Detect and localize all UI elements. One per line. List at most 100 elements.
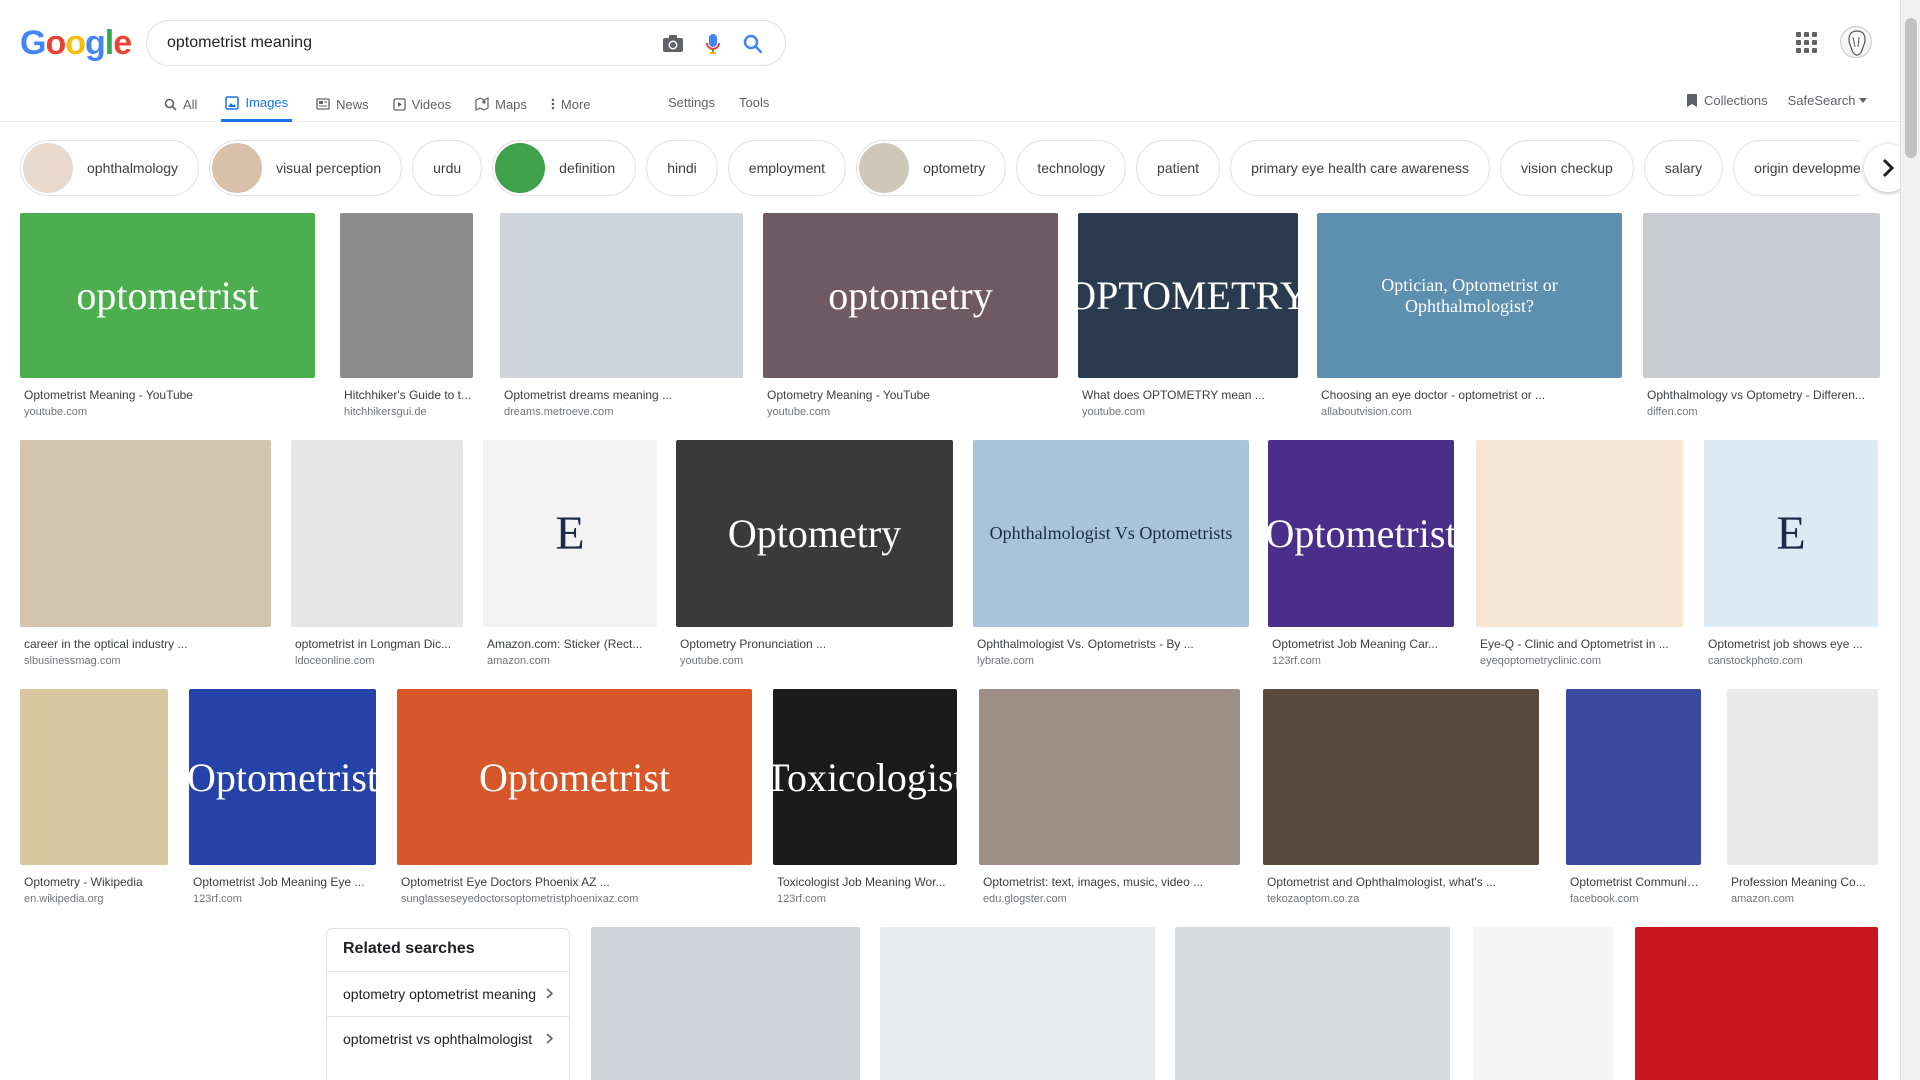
image-title[interactable]: Toxicologist Job Meaning Wor...: [777, 875, 955, 889]
tab-videos[interactable]: Videos: [392, 86, 451, 122]
image-title[interactable]: What does OPTOMETRY mean ...: [1082, 388, 1296, 402]
image-thumbnail[interactable]: Optometrist: [397, 689, 752, 865]
avatar[interactable]: [1840, 26, 1872, 58]
image-result[interactable]: [20, 927, 306, 1080]
image-result[interactable]: career in the optical industry ... slbusi…: [20, 440, 271, 667]
image-result[interactable]: optometrist in Longman Dic... ldoceonline…: [291, 440, 463, 667]
image-result[interactable]: Optometrist Communit... facebook.com: [1566, 689, 1701, 905]
image-thumbnail[interactable]: [340, 213, 473, 378]
chip-salary[interactable]: salary: [1643, 140, 1724, 196]
image-title[interactable]: Amazon.com: Sticker (Rect...: [487, 637, 655, 651]
image-thumbnail[interactable]: [1566, 689, 1701, 865]
search-icon[interactable]: [741, 32, 765, 56]
image-title[interactable]: Eye-Q - Clinic and Optometrist in ...: [1480, 637, 1681, 651]
image-title[interactable]: Optometrist job shows eye ...: [1708, 637, 1876, 651]
tools-link[interactable]: Tools: [739, 95, 769, 110]
image-thumbnail[interactable]: [1263, 689, 1539, 865]
image-thumbnail[interactable]: [1175, 927, 1450, 1080]
image-title[interactable]: Ophthalmology vs Optometry - Differen...: [1647, 388, 1878, 402]
image-thumbnail[interactable]: [1473, 927, 1613, 1080]
image-thumbnail[interactable]: Optometrist: [1268, 440, 1454, 627]
image-result[interactable]: Optometrist Optometrist Job Meaning Car..…: [1268, 440, 1454, 667]
image-result[interactable]: [1635, 927, 1878, 1080]
image-result[interactable]: Optometry - Wikipedia en.wikipedia.org: [20, 689, 168, 905]
image-thumbnail[interactable]: [500, 213, 743, 378]
image-result[interactable]: [880, 927, 1155, 1080]
apps-grid-icon[interactable]: [1794, 30, 1818, 54]
chip-patient[interactable]: patient: [1136, 140, 1221, 196]
image-result[interactable]: Ophthalmologist Vs Optometrists Ophthalmo…: [973, 440, 1249, 667]
related-search-item[interactable]: optometry optometrist meaning: [327, 971, 569, 1016]
chip-ophthalmology[interactable]: ophthalmology: [20, 140, 200, 196]
image-title[interactable]: Optometrist Eye Doctors Phoenix AZ ...: [401, 875, 750, 889]
image-thumbnail[interactable]: Toxicologist: [773, 689, 957, 865]
image-title[interactable]: Optometrist Meaning - YouTube: [24, 388, 313, 402]
safesearch-button[interactable]: SafeSearch: [1788, 93, 1867, 108]
image-thumbnail[interactable]: Optometrist: [189, 689, 376, 865]
camera-icon[interactable]: [661, 32, 685, 56]
image-result[interactable]: Optometrist and Ophthalmologist, what's …: [1263, 689, 1539, 905]
tab-news[interactable]: News: [316, 86, 369, 122]
image-thumbnail[interactable]: [1727, 689, 1878, 865]
image-result[interactable]: Ophthalmology vs Optometry - Differen...…: [1643, 213, 1880, 418]
image-result[interactable]: Profession Meaning Co... amazon.com: [1727, 689, 1878, 905]
image-result[interactable]: [1473, 927, 1613, 1080]
image-result[interactable]: Optometry Optometry Pronunciation ... yout…: [676, 440, 953, 667]
image-result[interactable]: OPTOMETRY What does OPTOMETRY mean ... you…: [1078, 213, 1298, 418]
image-result[interactable]: Eye-Q - Clinic and Optometrist in ... eye…: [1476, 440, 1683, 667]
image-result[interactable]: Optometrist: text, images, music, video …: [979, 689, 1240, 905]
image-thumbnail[interactable]: optometrist: [20, 213, 315, 378]
image-thumbnail[interactable]: optometry: [763, 213, 1058, 378]
tab-images[interactable]: Images: [221, 86, 293, 122]
chip-hindi[interactable]: hindi: [646, 140, 718, 196]
image-result[interactable]: Optometrist dreams meaning ... dreams.met…: [500, 213, 743, 418]
image-thumbnail[interactable]: E: [483, 440, 657, 627]
image-title[interactable]: Optometrist: text, images, music, video …: [983, 875, 1238, 889]
image-title[interactable]: optometrist in Longman Dic...: [295, 637, 461, 651]
image-result[interactable]: [1175, 927, 1450, 1080]
chip-vision-checkup[interactable]: vision checkup: [1499, 140, 1634, 196]
image-result[interactable]: Optician, Optometrist or Ophthalmologist…: [1317, 213, 1622, 418]
chip-urdu[interactable]: urdu: [412, 140, 483, 196]
search-input[interactable]: [167, 21, 647, 65]
chip-employment[interactable]: employment: [727, 140, 847, 196]
image-thumbnail[interactable]: [20, 689, 168, 865]
image-thumbnail[interactable]: OPTOMETRY: [1078, 213, 1298, 378]
google-logo[interactable]: Google: [20, 24, 132, 63]
microphone-icon[interactable]: [701, 32, 725, 56]
image-result[interactable]: E Amazon.com: Sticker (Rect... amazon.com: [483, 440, 657, 667]
collections-button[interactable]: Collections: [1686, 93, 1768, 108]
image-thumbnail[interactable]: [1643, 213, 1880, 378]
image-thumbnail[interactable]: [880, 927, 1155, 1080]
image-title[interactable]: Optometry - Wikipedia: [24, 875, 166, 889]
chip-primary-eye-health-care-awareness[interactable]: primary eye health care awareness: [1230, 140, 1490, 196]
image-thumbnail[interactable]: [1476, 440, 1683, 627]
image-title[interactable]: Choosing an eye doctor - optometrist or …: [1321, 388, 1620, 402]
image-thumbnail[interactable]: E: [1704, 440, 1878, 627]
image-result[interactable]: Hitchhiker's Guide to t... hitchhikersgui…: [340, 213, 473, 418]
image-result[interactable]: Optometrist Optometrist Eye Doctors Phoen…: [397, 689, 752, 905]
scrollbar[interactable]: [1900, 0, 1920, 1080]
image-thumbnail[interactable]: [20, 927, 306, 1080]
image-title[interactable]: Optometrist Job Meaning Car...: [1272, 637, 1452, 651]
settings-link[interactable]: Settings: [668, 95, 715, 110]
image-result[interactable]: E Optometrist job shows eye ... canstockph…: [1704, 440, 1878, 667]
image-title[interactable]: Optometrist Job Meaning Eye ...: [193, 875, 374, 889]
related-search-item[interactable]: optometrist vs ophthalmologist: [327, 1016, 569, 1061]
tab-maps[interactable]: Maps: [475, 86, 527, 122]
chip-definition[interactable]: definition: [492, 140, 637, 196]
image-thumbnail[interactable]: [20, 440, 271, 627]
image-title[interactable]: Optometry Meaning - YouTube: [767, 388, 1056, 402]
image-thumbnail[interactable]: [591, 927, 860, 1080]
image-result[interactable]: Optometrist Optometrist Job Meaning Eye .…: [189, 689, 376, 905]
image-title[interactable]: Optometry Pronunciation ...: [680, 637, 951, 651]
image-result[interactable]: optometrist Optometrist Meaning - YouTube…: [20, 213, 315, 418]
image-title[interactable]: Optometrist dreams meaning ...: [504, 388, 741, 402]
image-title[interactable]: career in the optical industry ...: [24, 637, 269, 651]
image-title[interactable]: Optometrist Communit...: [1570, 875, 1699, 889]
scrollbar-thumb[interactable]: [1905, 18, 1917, 158]
image-title[interactable]: Profession Meaning Co...: [1731, 875, 1876, 889]
chip-origin-development[interactable]: origin development: [1733, 140, 1860, 196]
image-thumbnail[interactable]: Optician, Optometrist or Ophthalmologist…: [1317, 213, 1622, 378]
chip-visual-perception[interactable]: visual perception: [209, 140, 403, 196]
